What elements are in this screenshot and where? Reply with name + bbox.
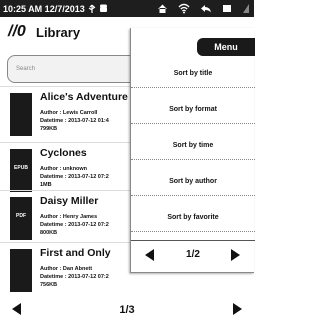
book-cover: EPUB <box>10 149 32 192</box>
menu-next-button[interactable] <box>231 249 240 261</box>
menu-item-sort-format[interactable]: Sort by format <box>131 96 255 124</box>
book-author: Author : unknown <box>40 166 88 172</box>
menu-title: Menu <box>197 38 255 56</box>
status-bar: 10:25 AM 12/7/2013 <box>0 0 254 17</box>
pagination-bar: 1/3 <box>0 298 254 321</box>
book-title: First and Only <box>40 247 111 259</box>
menu-pagination: 1/2 <box>131 240 255 268</box>
book-title: Cyclones <box>40 147 87 159</box>
book-cover <box>10 93 32 136</box>
book-list-item[interactable]: First and Only Author : Dan Abnett Datet… <box>0 242 135 298</box>
prev-page-button[interactable] <box>12 303 21 315</box>
wifi-icon <box>178 3 190 14</box>
book-author: Author : Henry James <box>40 214 98 220</box>
book-datetime: Datetime : 2013-07-12 01:4 <box>40 118 109 124</box>
book-title: Daisy Miller <box>40 195 99 207</box>
android-icon <box>99 4 107 12</box>
menu-item-sort-title[interactable]: Sort by title <box>131 60 255 88</box>
book-cover <box>10 249 32 292</box>
status-notification-icons <box>88 3 110 14</box>
page-indicator: 1/3 <box>119 303 135 316</box>
book-size: 1MB <box>40 182 52 188</box>
book-list-item[interactable]: PDF Daisy Miller Author : Henry James Da… <box>0 190 135 246</box>
back-icon[interactable] <box>200 3 212 14</box>
menu-item-sort-favorite[interactable]: Sort by favorite <box>131 204 255 232</box>
book-cover: PDF <box>10 197 32 240</box>
book-author: Author : Lewis Carroll <box>40 110 98 116</box>
signal-icon <box>243 4 249 13</box>
book-size: 756KB <box>40 282 58 288</box>
app-title: Library <box>36 24 81 40</box>
menu-item-sort-author[interactable]: Sort by author <box>131 168 255 196</box>
book-list-item[interactable]: Alice's Adventure Author : Lewis Carroll… <box>0 86 135 142</box>
home-icon[interactable] <box>157 3 168 14</box>
book-datetime: Datetime : 2013-07-12 07:2 <box>40 274 109 280</box>
sort-menu: Menu Sort by title Sort by format Sort b… <box>130 28 255 273</box>
book-title: Alice's Adventure <box>40 91 128 103</box>
book-size: 799KB <box>40 126 58 132</box>
book-author: Author : Dan Abnett <box>40 266 93 272</box>
next-page-button[interactable] <box>233 303 242 315</box>
menu-page-indicator: 1/2 <box>186 249 200 260</box>
app-logo: //0 <box>8 23 26 40</box>
book-datetime: Datetime : 2013-07-12 07:2 <box>40 222 109 228</box>
menu-prev-button[interactable] <box>145 249 154 261</box>
menu-item-sort-time[interactable]: Sort by time <box>131 132 255 160</box>
usb-icon <box>88 4 107 13</box>
book-datetime: Datetime : 2013-07-12 07:2 <box>40 174 109 180</box>
status-time: 10:25 AM 12/7/2013 <box>3 3 85 14</box>
book-size: 800KB <box>40 230 58 236</box>
menu-key-icon[interactable] <box>222 3 232 14</box>
